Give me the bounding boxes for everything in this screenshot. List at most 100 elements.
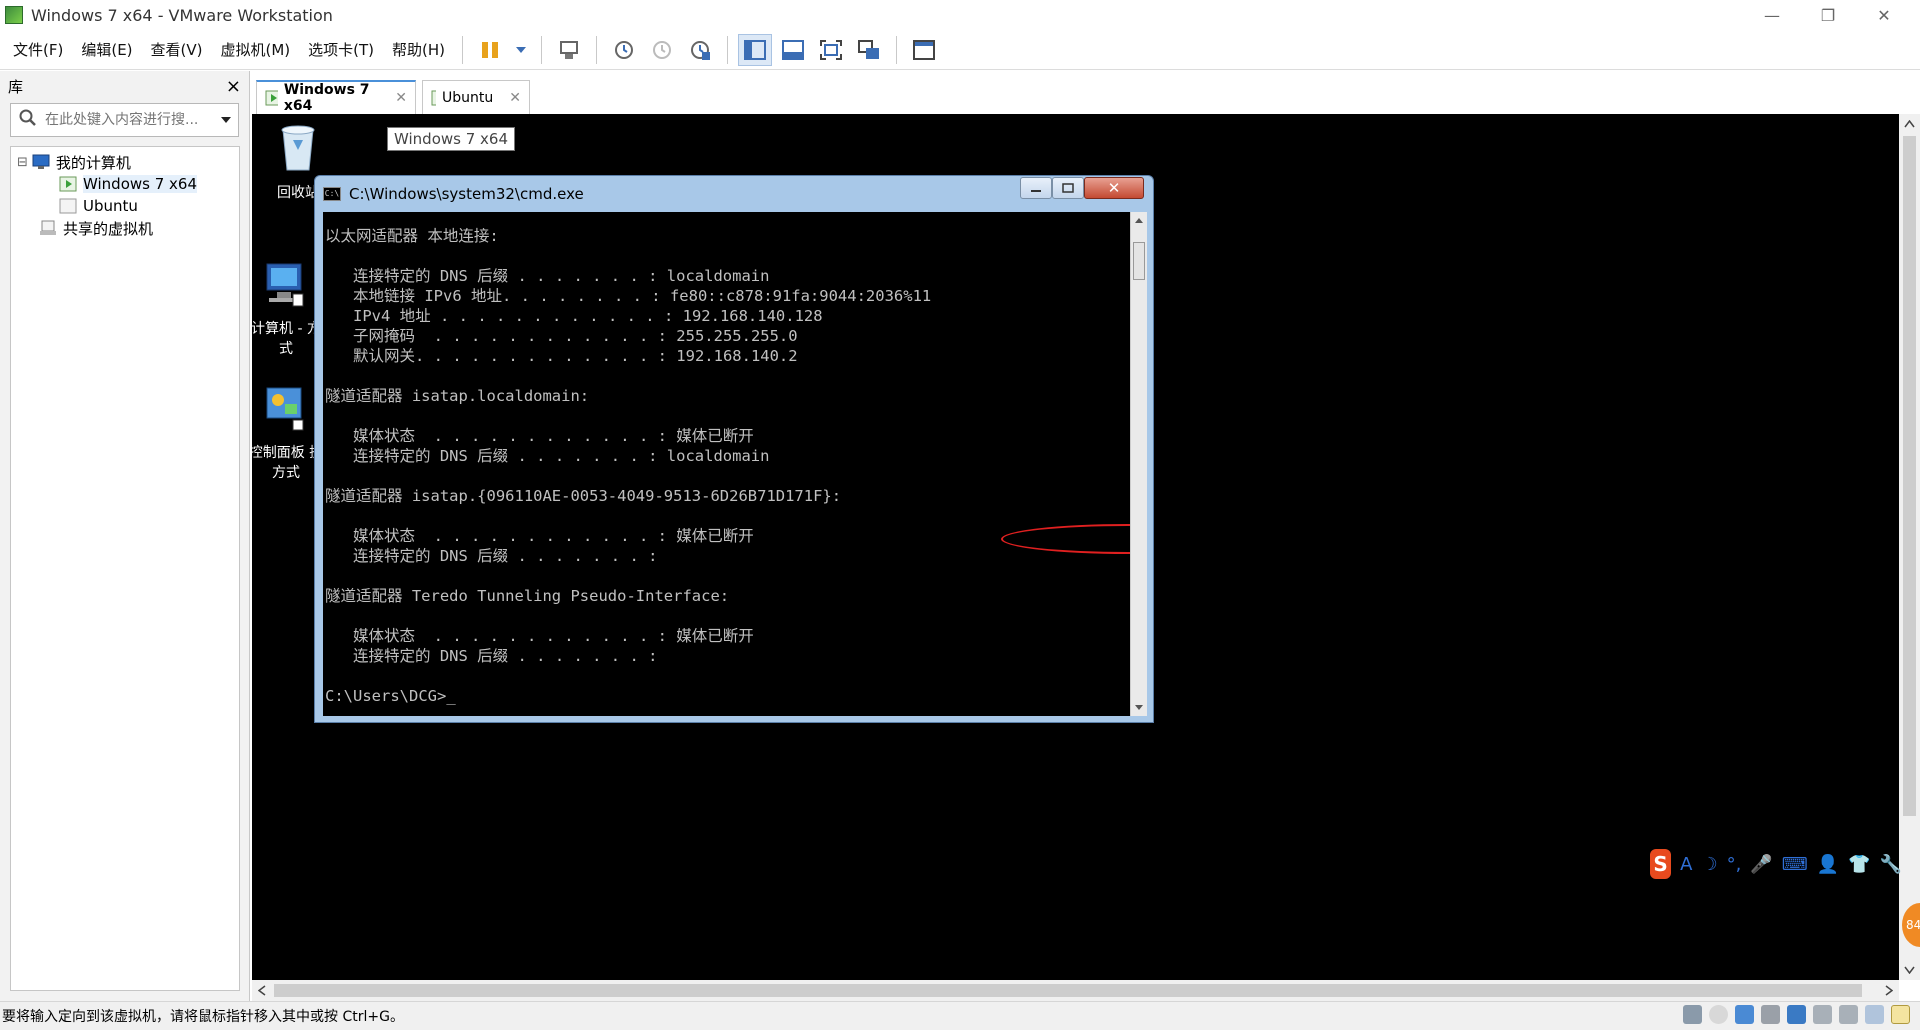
ime-logo-icon[interactable]: S	[1650, 849, 1672, 879]
cmd-window[interactable]: C:\ C:\Windows\system32\cmd.exe ✕ 以太网适配器…	[314, 175, 1154, 723]
tree-item-windows7[interactable]: Windows 7 x64	[59, 173, 198, 195]
restore-button[interactable]: ❐	[1800, 0, 1856, 30]
ime-voice-icon[interactable]: 🎤	[1750, 854, 1772, 875]
ime-halfwidth-icon[interactable]: ☽	[1701, 854, 1717, 875]
console-hscroll-thumb[interactable]	[274, 984, 1862, 997]
network-adapter-icon[interactable]	[1735, 1005, 1754, 1024]
console-vscroll-thumb[interactable]	[1903, 136, 1916, 816]
scroll-down-icon[interactable]	[1904, 966, 1915, 974]
tab-close-icon[interactable]: ✕	[509, 90, 521, 106]
toolbar-separator	[727, 35, 729, 64]
pause-icon[interactable]	[473, 34, 507, 66]
ime-punctuation-icon[interactable]: °,	[1727, 854, 1742, 875]
title-bar: Windows 7 x64 - VMware Workstation — ❐ ✕	[0, 0, 1920, 30]
menu-edit[interactable]: 编辑(E)	[72, 30, 141, 70]
send-ctrl-alt-del-icon[interactable]	[552, 34, 586, 66]
menu-file[interactable]: 文件(F)	[4, 30, 72, 70]
cmd-scrollbar[interactable]	[1130, 212, 1147, 716]
tab-windows7[interactable]: Windows 7 x64 ✕	[256, 80, 416, 114]
my-computer-icon	[32, 154, 50, 169]
library-tree: ⊟ 我的计算机 Windows 7 x64 Ubuntu 共享的虚拟机	[10, 146, 240, 991]
tree-item-shared-vms[interactable]: 共享的虚拟机	[39, 217, 153, 239]
cmd-line: 媒体状态 . . . . . . . . . . . . : 媒体已断开	[325, 427, 754, 445]
menu-bar: 文件(F) 编辑(E) 查看(V) 虚拟机(M) 选项卡(T) 帮助(H)	[0, 30, 1920, 70]
cmd-line: 默认网关. . . . . . . . . . . . . : 192.168.…	[325, 347, 798, 365]
menu-help[interactable]: 帮助(H)	[383, 30, 454, 70]
tree-item-ubuntu[interactable]: Ubuntu	[59, 195, 138, 217]
console-horizontal-scrollbar[interactable]	[252, 980, 1899, 1001]
display-icon[interactable]	[1865, 1005, 1884, 1024]
search-dropdown-icon[interactable]	[220, 112, 232, 128]
library-close-button[interactable]: ×	[226, 76, 241, 97]
console-vertical-scrollbar[interactable]	[1899, 114, 1920, 980]
ime-language-icon[interactable]: A	[1680, 854, 1692, 875]
full-screen-icon[interactable]	[814, 34, 848, 66]
cmd-scroll-thumb[interactable]	[1133, 242, 1145, 280]
scroll-up-icon[interactable]	[1134, 216, 1144, 224]
scroll-left-icon[interactable]	[258, 985, 266, 996]
cmd-maximize-button[interactable]	[1052, 177, 1084, 199]
console-view-icon[interactable]	[907, 34, 941, 66]
cd-rom-icon[interactable]	[1709, 1005, 1728, 1024]
usb2-icon[interactable]	[1839, 1005, 1858, 1024]
vmware-app-icon	[5, 6, 23, 24]
menu-tabs[interactable]: 选项卡(T)	[299, 30, 383, 70]
cmd-app-icon: C:\	[323, 187, 341, 201]
cmd-minimize-button[interactable]	[1020, 177, 1052, 199]
cmd-output: 以太网适配器 本地连接: 连接特定的 DNS 后缀 . . . . . . . …	[325, 226, 931, 706]
show-library-icon[interactable]	[738, 33, 773, 66]
control-panel-icon	[266, 387, 304, 431]
tree-expander-icon[interactable]: ⊟	[17, 155, 28, 170]
toolbar-separator	[462, 35, 464, 64]
tree-item-label: 我的计算机	[55, 153, 131, 172]
cmd-line: 连接特定的 DNS 后缀 . . . . . . . :	[325, 547, 658, 565]
window-title: Windows 7 x64 - VMware Workstation	[31, 5, 333, 25]
ime-keyboard-icon[interactable]: ⌨	[1782, 854, 1808, 875]
printer-icon[interactable]	[1761, 1005, 1780, 1024]
sound-icon[interactable]	[1787, 1005, 1806, 1024]
message-icon[interactable]	[1891, 1005, 1910, 1024]
tab-label: Windows 7 x64	[283, 82, 370, 114]
tree-item-label: Ubuntu	[83, 197, 138, 215]
cmd-line: 媒体状态 . . . . . . . . . . . . : 媒体已断开	[325, 627, 754, 645]
device-icons	[1683, 1005, 1910, 1024]
close-button[interactable]: ✕	[1856, 0, 1912, 30]
dropdown-icon[interactable]	[511, 34, 531, 66]
library-search-box	[10, 103, 239, 137]
tab-close-icon[interactable]: ✕	[395, 90, 407, 106]
revert-snapshot-icon[interactable]	[645, 34, 679, 66]
minimize-button[interactable]: —	[1744, 0, 1800, 30]
scroll-down-icon[interactable]	[1134, 704, 1144, 712]
snapshot-manager-icon[interactable]	[683, 34, 717, 66]
scroll-up-icon[interactable]	[1904, 120, 1915, 128]
tree-item-my-computer[interactable]: ⊟ 我的计算机	[17, 151, 131, 173]
cmd-close-button[interactable]: ✕	[1084, 177, 1144, 199]
shared-vms-icon	[40, 220, 56, 235]
cmd-console[interactable]: 以太网适配器 本地连接: 连接特定的 DNS 后缀 . . . . . . . …	[323, 212, 1130, 716]
toolbar-separator	[541, 35, 543, 64]
library-search-input[interactable]	[45, 105, 220, 135]
tab-ubuntu[interactable]: Ubuntu ✕	[422, 80, 530, 114]
snapshot-icon[interactable]	[607, 34, 641, 66]
cmd-line: 媒体状态 . . . . . . . . . . . . : 媒体已断开	[325, 527, 754, 545]
cmd-title: C:\Windows\system32\cmd.exe	[349, 185, 584, 203]
cmd-line	[325, 246, 931, 266]
ime-tools-icon[interactable]: 🔧	[1880, 854, 1902, 875]
usb-icon[interactable]	[1813, 1005, 1832, 1024]
vm-icon	[59, 198, 77, 214]
thumbnail-bar-icon[interactable]	[776, 34, 810, 66]
ime-user-icon[interactable]: 👤	[1817, 854, 1839, 875]
menu-vm[interactable]: 虚拟机(M)	[212, 30, 300, 70]
vm-icon	[59, 176, 77, 192]
scroll-right-icon[interactable]	[1885, 985, 1893, 996]
cmd-line: IPv4 地址 . . . . . . . . . . . . : 192.16…	[325, 307, 823, 325]
menu-view[interactable]: 查看(V)	[142, 30, 212, 70]
cmd-line	[325, 506, 931, 526]
cmd-line: C:\Users\DCG>_	[325, 687, 456, 705]
ime-skin-icon[interactable]: 👕	[1848, 854, 1870, 875]
unity-icon[interactable]	[852, 34, 886, 66]
library-title: 库	[8, 77, 24, 96]
status-bar: 要将输入定向到该虚拟机，请将鼠标指针移入其中或按 Ctrl+G。	[0, 1001, 1920, 1030]
cmd-line: 连接特定的 DNS 后缀 . . . . . . . :	[325, 647, 658, 665]
hard-disk-icon[interactable]	[1683, 1005, 1702, 1024]
